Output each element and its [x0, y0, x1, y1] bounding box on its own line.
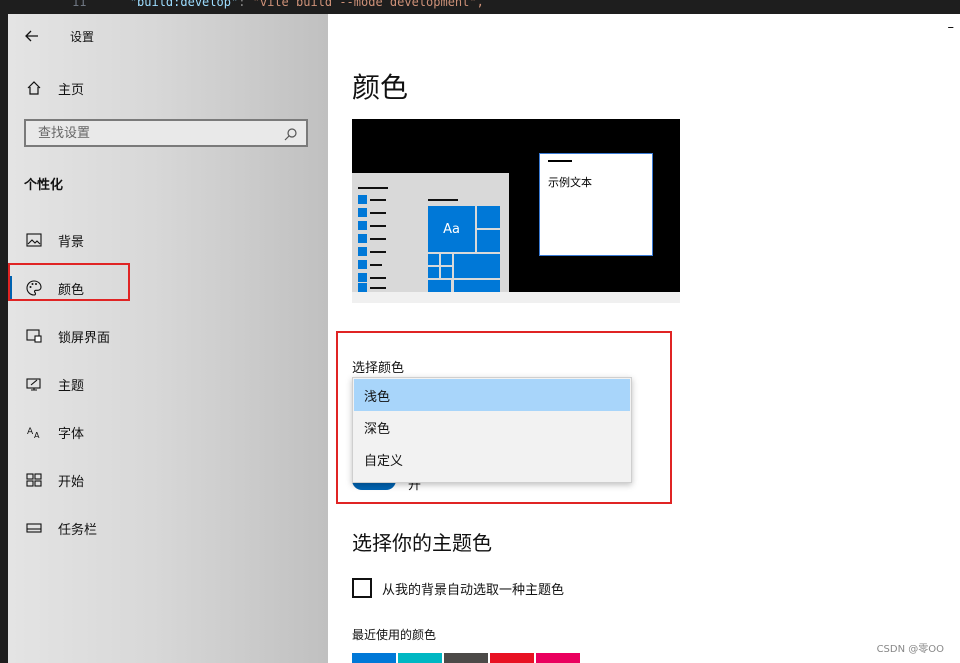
start-line	[428, 199, 458, 201]
auto-pick-label: 从我的背景自动选取一种主题色	[382, 582, 565, 598]
sidebar-item-background[interactable]: 背景	[8, 220, 328, 260]
sample-window-line	[548, 160, 572, 162]
home-icon	[24, 78, 44, 98]
sidebar-item-themes[interactable]: 主题	[8, 364, 328, 404]
preview-tile	[441, 254, 452, 265]
search-input[interactable]	[36, 124, 280, 142]
start-icon	[24, 470, 44, 490]
start-line	[370, 277, 386, 279]
preview-tile	[454, 280, 500, 292]
theme-icon	[24, 374, 44, 394]
start-line	[370, 212, 386, 214]
start-line	[370, 225, 386, 227]
preview-tile	[454, 254, 500, 278]
preview-tile-aa: Aa	[428, 206, 475, 252]
font-icon: AA	[24, 422, 44, 442]
minimize-button[interactable]: –	[948, 20, 955, 35]
preview-tile	[428, 267, 439, 278]
watermark: CSDN @零OO	[876, 644, 944, 655]
recent-color-swatch[interactable]	[398, 653, 442, 663]
preview-start-menu: Aa	[352, 173, 509, 292]
recent-color-swatch[interactable]	[352, 653, 396, 663]
start-item	[358, 260, 367, 269]
start-line	[358, 187, 388, 189]
start-item	[358, 195, 367, 204]
sample-text: 示例文本	[548, 176, 592, 189]
sidebar-item-lock-screen[interactable]: 锁屏界面	[8, 316, 328, 356]
preview-tile	[477, 206, 500, 228]
color-preview: Aa 示例文本	[352, 119, 680, 303]
code-editor-strip: 11 "build:develop": "vite build --mode d…	[0, 0, 960, 14]
start-item	[358, 221, 367, 230]
preview-sample-window: 示例文本	[539, 153, 653, 256]
sidebar-item-home[interactable]: 主页	[8, 68, 84, 108]
svg-text:A: A	[27, 427, 34, 437]
start-item	[358, 208, 367, 217]
start-line	[370, 264, 382, 266]
back-row: 设置	[8, 16, 94, 56]
picture-icon	[24, 230, 44, 250]
taskbar-icon	[24, 518, 44, 538]
sidebar-item-label: 字体	[58, 426, 85, 442]
start-line	[370, 199, 386, 201]
start-line	[370, 238, 386, 240]
code-line: 11 "build:develop": "vite build --mode d…	[72, 0, 484, 9]
main-content: – 颜色 Aa 示例文本 选择颜色 开 浅色 深色 自定义 选择你的主题色 从我…	[328, 14, 960, 663]
preview-tile	[477, 230, 500, 252]
recent-color-swatch[interactable]	[444, 653, 488, 663]
preview-tile	[428, 280, 451, 292]
search-icon[interactable]	[284, 126, 298, 145]
accent-color-title: 选择你的主题色	[352, 531, 492, 555]
sidebar-item-label: 锁屏界面	[58, 330, 111, 346]
start-line	[370, 287, 386, 289]
lock-screen-icon	[24, 326, 44, 346]
preview-footer	[352, 292, 680, 303]
code-key: "build:develop"	[129, 0, 239, 9]
sidebar-item-label: 主题	[58, 378, 85, 394]
recent-color-swatch[interactable]	[536, 653, 580, 663]
group-label: 个性化	[24, 178, 64, 193]
auto-pick-row[interactable]: 从我的背景自动选取一种主题色	[352, 578, 564, 598]
settings-window: 设置 主页 个性化 背景 颜色	[8, 14, 960, 663]
sidebar-item-start[interactable]: 开始	[8, 460, 328, 500]
recent-colors-label: 最近使用的颜色	[352, 628, 437, 642]
code-value: "vite build --mode development",	[252, 0, 484, 9]
sidebar-item-label: 背景	[58, 234, 85, 250]
back-arrow-icon[interactable]	[22, 26, 42, 46]
start-item	[358, 273, 367, 282]
code-separator: :	[238, 0, 253, 9]
sidebar-item-label: 开始	[58, 474, 85, 490]
preview-tile	[441, 267, 452, 278]
line-number: 11	[72, 0, 87, 9]
svg-text:A: A	[34, 431, 40, 439]
highlight-choose-color	[336, 331, 672, 504]
start-item	[358, 283, 367, 292]
highlight-colors-nav	[8, 263, 130, 301]
search-box	[24, 119, 308, 147]
page-title: 颜色	[352, 71, 409, 104]
sidebar-item-fonts[interactable]: AA 字体	[8, 412, 328, 452]
sidebar-item-taskbar[interactable]: 任务栏	[8, 508, 328, 548]
sidebar-item-label: 主页	[58, 82, 85, 98]
sidebar: 设置 主页 个性化 背景 颜色	[8, 14, 328, 663]
sidebar-item-label: 任务栏	[58, 522, 98, 538]
start-item	[358, 247, 367, 256]
auto-pick-checkbox[interactable]	[352, 578, 372, 598]
recent-color-swatch[interactable]	[490, 653, 534, 663]
settings-title: 设置	[70, 29, 95, 44]
start-item	[358, 234, 367, 243]
start-line	[370, 251, 386, 253]
preview-tile	[428, 254, 439, 265]
